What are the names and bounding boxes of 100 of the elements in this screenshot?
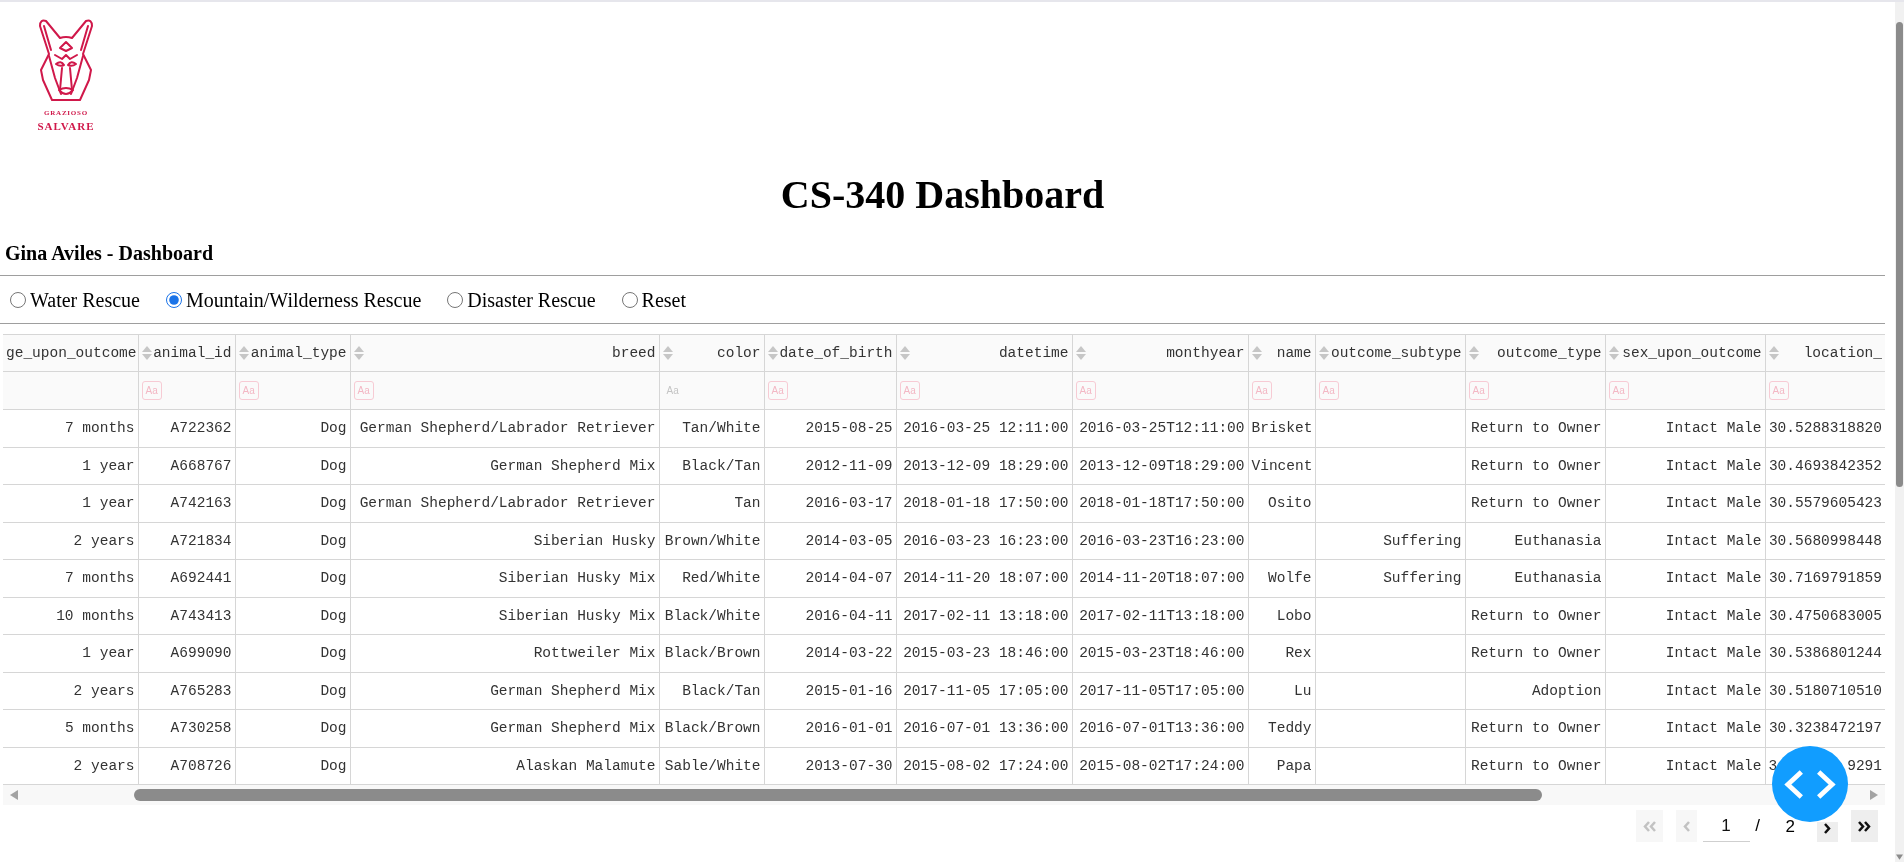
scrollbar-thumb[interactable] (134, 789, 1542, 801)
header-label: date_of_birth (778, 345, 893, 361)
sort-icon[interactable] (1768, 346, 1779, 360)
table-cell: Black/White (659, 597, 764, 635)
case-toggle[interactable]: Aa (767, 381, 788, 400)
filter-field[interactable]: Aa (764, 371, 896, 410)
table-cell: A721834 (138, 522, 235, 560)
table-cell: 1 year (3, 634, 138, 672)
table-cell: Dog (235, 447, 350, 485)
filter-field[interactable]: Aa (1605, 371, 1765, 410)
table-cell: Wolfe (1248, 559, 1315, 597)
radio-button[interactable] (166, 292, 182, 308)
table-cell: Dog (235, 409, 350, 447)
table-cell: 2016-03-23T16:23:00 (1072, 522, 1248, 560)
filter-field[interactable]: Aa (1465, 371, 1605, 410)
filter-field[interactable]: Aa (138, 371, 235, 410)
radio-label[interactable]: Disaster Rescue (467, 288, 596, 312)
table-cell: 30.5180710510 (1765, 672, 1885, 710)
scroll-right-arrow-icon[interactable] (1870, 790, 1878, 800)
page-separator: / (1754, 816, 1761, 836)
radio-label[interactable]: Mountain/Wilderness Rescue (186, 288, 422, 312)
sort-icon[interactable] (141, 346, 152, 360)
radio-label[interactable]: Water Rescue (30, 288, 140, 312)
filter-field[interactable]: Aa (1765, 371, 1885, 410)
case-toggle[interactable]: Aa (1318, 381, 1339, 400)
case-toggle[interactable]: Aa (1251, 381, 1272, 400)
page-number-input[interactable]: 1 (1702, 810, 1750, 842)
table-cell: A742163 (138, 484, 235, 522)
table-cell: A743413 (138, 597, 235, 635)
case-toggle[interactable]: Aa (141, 381, 162, 400)
radio-button[interactable] (447, 292, 464, 308)
header-label: outcome_subtype (1329, 345, 1462, 361)
sort-icon[interactable] (1318, 346, 1329, 360)
table-cell: Intact Male (1605, 559, 1765, 597)
scrollbar-thumb[interactable] (1896, 22, 1903, 487)
table-cell: 2016-03-25T12:11:00 (1072, 409, 1248, 447)
table-cell: 30.4750683005 (1765, 597, 1885, 635)
header-label: monthyear (1165, 345, 1245, 361)
sort-icon[interactable] (899, 346, 910, 360)
last-page-button[interactable] (1851, 810, 1878, 842)
table-cell: Sable/White (659, 747, 764, 785)
table-cell: Intact Male (1605, 747, 1765, 785)
sort-icon[interactable] (1075, 346, 1086, 360)
table-cell: Osito (1248, 484, 1315, 522)
case-toggle[interactable]: Aa (353, 381, 374, 400)
filter-field[interactable] (3, 371, 138, 410)
filter-field[interactable]: Aa (1315, 371, 1465, 410)
sort-icon[interactable] (353, 346, 364, 360)
case-toggle[interactable]: Aa (1768, 381, 1789, 400)
radio-button[interactable] (10, 292, 26, 308)
filter-field[interactable]: Aa (235, 371, 350, 410)
table-cell: 30.5579605423 (1765, 484, 1885, 522)
sort-icon[interactable] (1608, 346, 1619, 360)
case-toggle[interactable]: Aa (899, 381, 920, 400)
table-cell: Adoption (1465, 672, 1605, 710)
filter-field[interactable]: Aa (350, 371, 659, 410)
table-cell: Dog (235, 747, 350, 785)
table-cell: 2018-01-18 17:50:00 (896, 484, 1072, 522)
table-cell: 7 months (3, 409, 138, 447)
radio-button[interactable] (621, 292, 638, 308)
case-toggle[interactable]: Aa (238, 381, 259, 400)
table-cell: Return to Owner (1465, 747, 1605, 785)
table-cell: Euthanasia (1465, 522, 1605, 560)
table-cell: Tan/White (659, 409, 764, 447)
sort-icon[interactable] (1468, 346, 1479, 360)
case-toggle[interactable]: Aa (1075, 381, 1096, 400)
table-cell: 2016-01-01 (764, 709, 896, 747)
sort-icon[interactable] (767, 346, 778, 360)
table-cell: 2015-03-23T18:46:00 (1072, 634, 1248, 672)
table-cell: 2017-02-11T13:18:00 (1072, 597, 1248, 635)
table-cell: 30.3238472197 (1765, 709, 1885, 747)
table-cell: Red/White (659, 559, 764, 597)
table-cell: A699090 (138, 634, 235, 672)
case-toggle[interactable]: Aa (1608, 381, 1629, 400)
table-cell: 30.5386801244 (1765, 634, 1885, 672)
table-cell: Dog (235, 672, 350, 710)
table-cell: 2016-04-11 (764, 597, 896, 635)
table-cell: Return to Owner (1465, 484, 1605, 522)
sort-icon[interactable] (1251, 346, 1262, 360)
filter-field[interactable]: Aa (1248, 371, 1315, 410)
table-cell: 30.4693842352 (1765, 447, 1885, 485)
radio-label[interactable]: Reset (641, 288, 686, 312)
table-cell: Dog (235, 634, 350, 672)
dashboard-title: CS-340 Dashboard (779, 172, 1106, 218)
case-toggle[interactable]: Aa (1468, 381, 1489, 400)
scroll-left-arrow-icon[interactable] (10, 790, 18, 800)
scroll-down-arrow-icon[interactable] (1896, 854, 1903, 860)
table-cell: 2016-03-17 (764, 484, 896, 522)
table-cell: Return to Owner (1465, 447, 1605, 485)
table-cell: Black/Tan (659, 447, 764, 485)
table-cell: Intact Male (1605, 672, 1765, 710)
filter-field[interactable]: Aa (1072, 371, 1248, 410)
sort-icon[interactable] (238, 346, 249, 360)
filter-field[interactable]: Aa (896, 371, 1072, 410)
table-cell: Intact Male (1605, 634, 1765, 672)
table-cell: 2013-07-30 (764, 747, 896, 785)
header-label: name (1275, 345, 1312, 361)
sort-icon[interactable] (662, 346, 673, 360)
table-cell: Dog (235, 597, 350, 635)
next-page-button[interactable] (1817, 822, 1838, 842)
